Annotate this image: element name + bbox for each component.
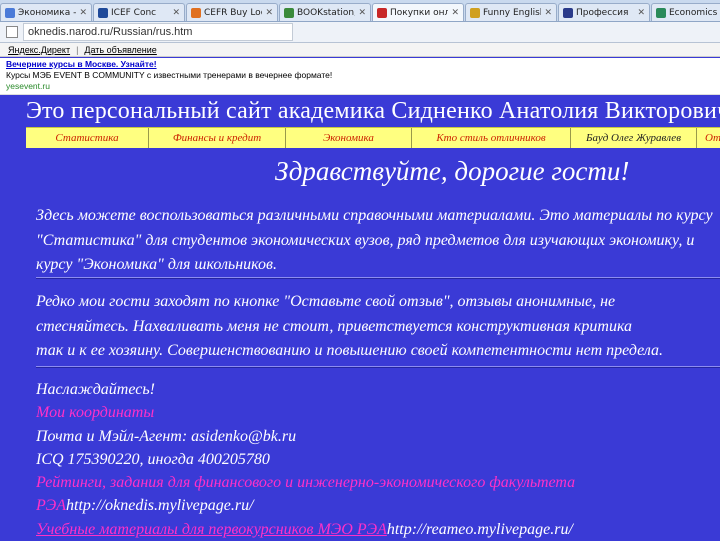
divider [36,366,720,368]
browser-tab-active[interactable]: Покупки онлайн ✕ [372,3,464,21]
tab-label: Funny English [483,7,542,18]
tab-close-icon[interactable]: ✕ [265,8,273,18]
separator: | [76,44,79,55]
tab-label: BOOKstation, No [297,7,356,18]
tab-label: ICEF Conc [111,7,157,18]
paragraph-line: так и к ее хозяину. Совершенствованию и … [36,342,663,359]
ad-text: Курсы МЭБ EVENT В COMMUNITY с известными… [6,70,333,80]
tab-favicon-icon [656,7,666,18]
tab-favicon-icon [470,7,480,18]
browser-tab[interactable]: BOOKstation, No ✕ [279,3,371,21]
paragraph-line: Здесь можете воспользоваться различными … [36,207,713,224]
rea-line: РЭАhttp://oknedis.mylivepage.ru/ [36,494,720,517]
tab-close-icon[interactable]: ✕ [79,8,87,18]
paragraph-line: "Статистика" для студентов экономических… [36,231,695,249]
tab-label: Economics [669,7,718,18]
tab-label: CEFR Buy Locat [204,7,262,18]
tab-close-icon[interactable]: ✕ [451,8,459,18]
ad-title-link[interactable]: Вечерние курсы в Москве. Узнайте! [6,59,714,70]
tab-favicon-icon [563,7,573,18]
tab-favicon-icon [284,7,294,18]
browser-tab[interactable]: Профессия ✕ [558,3,650,21]
ad-toolbar: Яндекс.Директ | Дать объявление [0,43,720,57]
browser-tab[interactable]: CEFR Buy Locat ✕ [186,3,278,21]
browser-tab[interactable]: ICEF Conc ✕ [93,3,185,21]
nav-link-reviews[interactable]: Отзывы [697,128,720,148]
browser-tab[interactable]: Экономика - Мульти ✕ [0,3,92,21]
mail-text: Почта и Мэйл-Агент: asidenko@bk.ru [36,427,297,445]
rea-url[interactable]: http://oknedis.mylivepage.ru/ [66,497,254,514]
nav-link-person[interactable]: Бауд Олег Журавлев [571,128,697,148]
browser-tab[interactable]: Funny English ✕ [465,3,557,21]
ad-box: Вечерние курсы в Москве. Узнайте! Курсы … [0,58,720,95]
site-title: Это персональный сайт академика Сидненко… [26,98,720,124]
yandex-direct-link[interactable]: Яндекс.Директ [8,45,70,55]
materials-line: Учебные материалы для первокурсников МЭО… [36,518,720,541]
url-field[interactable]: oknedis.narod.ru/Russian/rus.htm [23,23,293,41]
greeting-heading: Здравствуйте, дорогие гости! [275,156,630,186]
browser-tab-bar: Экономика - Мульти ✕ ICEF Conc ✕ CEFR Bu… [0,0,720,22]
tab-label: Экономика - Мульти [18,7,77,18]
paragraph-line: Редко мои гости заходят по кнопке "Остав… [36,293,616,310]
feedback-paragraph: Редко мои гости заходят по кнопке "Остав… [36,290,720,364]
tab-favicon-icon [191,7,201,18]
intro-paragraph: Здесь можете воспользоваться различными … [36,204,720,278]
tab-label: Покупки онлайн [390,7,448,18]
page-icon [6,26,18,38]
icq-text: ICQ 175390220, иногда 400205780 [36,450,270,468]
materials-url[interactable]: http://reameo.mylivepage.ru/ [387,521,573,538]
enjoy-text: Наслаждайтесь! [36,381,155,398]
browser-tab[interactable]: Economics ✕ [651,3,720,21]
nav-link-statistics[interactable]: Статистика [26,128,149,148]
rea-link[interactable]: РЭА [36,497,66,514]
tab-close-icon[interactable]: ✕ [637,8,645,18]
contacts-block: Наслаждайтесь! Мои координаты Почта и Мэ… [36,378,720,541]
tab-close-icon[interactable]: ✕ [544,8,552,18]
nav-link-style[interactable]: Кто стиль отличников [412,128,571,148]
tab-favicon-icon [377,7,387,18]
place-ad-link[interactable]: Дать объявление [84,45,156,55]
tab-close-icon[interactable]: ✕ [358,8,366,18]
address-bar: oknedis.narod.ru/Russian/rus.htm [0,22,720,43]
nav-link-finance[interactable]: Финансы и кредит [149,128,286,148]
tab-close-icon[interactable]: ✕ [172,8,180,18]
site-nav: Статистика Финансы и кредит Экономика Кт… [26,127,720,148]
materials-link[interactable]: Учебные материалы для первокурсников МЭО… [36,521,387,538]
tab-favicon-icon [5,7,15,18]
nav-link-economics[interactable]: Экономика [286,128,412,148]
tab-label: Профессия [576,7,629,18]
coordinates-link[interactable]: Мои координаты [36,401,720,424]
paragraph-line: курсу "Экономика" для школьников. [36,256,277,273]
paragraph-line: стесняйтесь. Нахваливать меня не стоит, … [36,317,633,335]
divider [36,277,720,279]
ad-url[interactable]: yesevent.ru [6,81,714,92]
ratings-link[interactable]: Рейтинги, задания для финансового и инже… [36,471,720,494]
tab-favicon-icon [98,7,108,18]
